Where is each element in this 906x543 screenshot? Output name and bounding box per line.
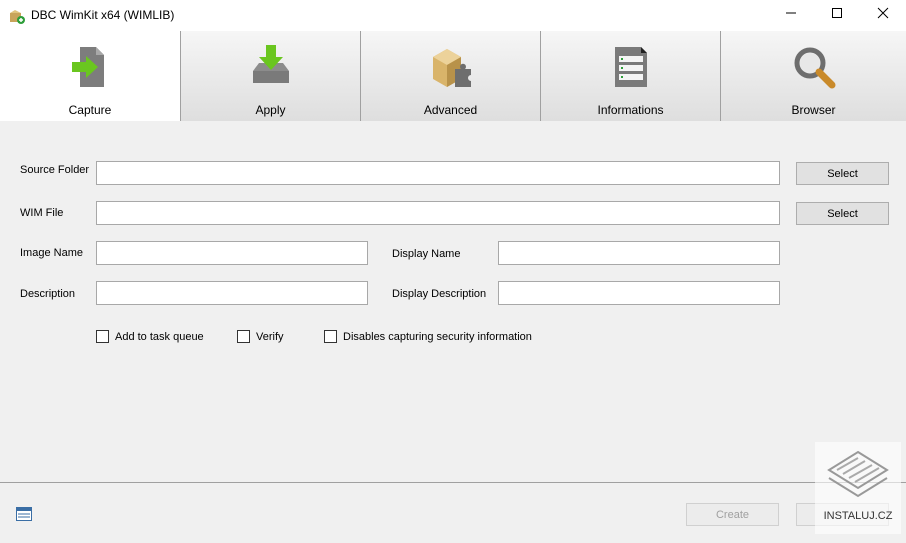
tab-apply-label: Apply: [255, 103, 286, 117]
tab-browser-label: Browser: [791, 103, 836, 117]
wim-file-label: WIM File: [20, 207, 64, 219]
minimize-icon: [786, 12, 796, 14]
checkbox-box[interactable]: [96, 330, 109, 343]
tab-browser[interactable]: Browser: [721, 31, 906, 121]
source-folder-field[interactable]: [96, 161, 780, 185]
add-to-task-queue-label: Add to task queue: [115, 330, 204, 343]
select-source-folder-button[interactable]: Select: [796, 162, 889, 185]
informations-icon: [614, 47, 647, 87]
title-bar: DBC WimKit x64 (WIMLIB): [0, 0, 906, 31]
maximize-button[interactable]: [814, 0, 860, 26]
verify-checkbox[interactable]: Verify: [237, 330, 284, 343]
capture-icon: [72, 47, 104, 87]
add-to-task-queue-checkbox[interactable]: Add to task queue: [96, 330, 204, 343]
display-description-label: Display Description: [392, 288, 487, 300]
checkbox-box[interactable]: [324, 330, 337, 343]
close-icon: [877, 7, 889, 19]
app-icon: [10, 10, 25, 24]
minimize-button[interactable]: [768, 0, 814, 26]
apply-icon: [252, 45, 289, 83]
create-button[interactable]: Create: [686, 503, 779, 526]
tab-apply[interactable]: Apply: [181, 31, 361, 121]
maximize-icon: [832, 8, 842, 18]
list-view-icon[interactable]: [16, 507, 32, 521]
watermark-icon: [827, 450, 889, 498]
advanced-icon: [432, 49, 471, 87]
watermark-text: INSTALUJ.CZ: [823, 510, 893, 522]
description-field[interactable]: [96, 281, 368, 305]
browser-icon: [794, 47, 835, 89]
display-name-field[interactable]: [498, 241, 780, 265]
tab-informations[interactable]: Informations: [541, 31, 721, 121]
description-label: Description: [20, 288, 76, 300]
wim-file-field[interactable]: [96, 201, 780, 225]
select-wim-file-button[interactable]: Select: [796, 202, 889, 225]
tab-advanced[interactable]: Advanced: [361, 31, 541, 121]
window-title: DBC WimKit x64 (WIMLIB): [31, 8, 175, 22]
checkbox-box[interactable]: [237, 330, 250, 343]
image-name-field[interactable]: [96, 241, 368, 265]
main-toolbar: Capture Apply Advanced Informations Brow…: [0, 31, 906, 121]
watermark-logo: INSTALUJ.CZ: [815, 442, 901, 534]
tab-capture-label: Capture: [68, 103, 112, 117]
footer-separator: [0, 482, 906, 483]
tab-advanced-label: Advanced: [423, 103, 478, 117]
image-name-label: Image Name: [20, 247, 83, 259]
source-folder-label: Source Folder: [20, 164, 90, 176]
tab-informations-label: Informations: [597, 103, 664, 117]
tab-capture[interactable]: Capture: [0, 31, 181, 121]
close-button[interactable]: [860, 0, 906, 26]
display-description-field[interactable]: [498, 281, 780, 305]
disable-security-info-checkbox[interactable]: Disables capturing security information: [324, 330, 532, 343]
verify-label: Verify: [256, 330, 284, 343]
display-name-label: Display Name: [392, 248, 461, 260]
disable-security-info-label: Disables capturing security information: [343, 330, 532, 343]
